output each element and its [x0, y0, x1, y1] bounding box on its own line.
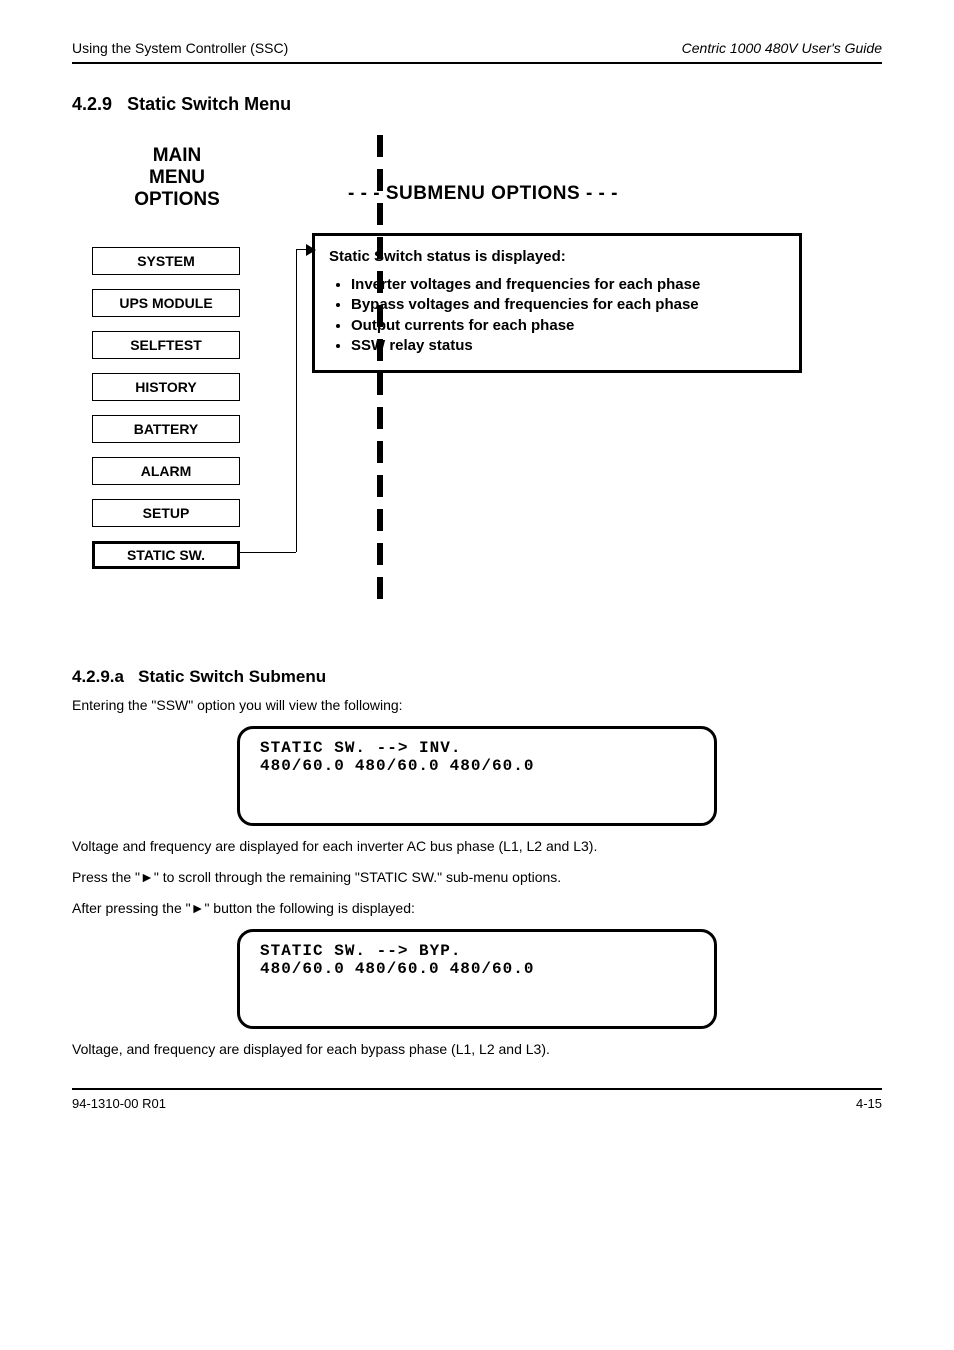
- main-menu-options-label: MAIN MENU OPTIONS: [112, 145, 242, 211]
- paragraph: Press the "►" to scroll through the rema…: [72, 867, 882, 888]
- lcd-line-1: STATIC SW. --> INV.: [260, 739, 694, 757]
- header-rule: [72, 62, 882, 64]
- footer-right: 4-15: [856, 1096, 882, 1111]
- lcd-line-1: STATIC SW. --> BYP.: [260, 942, 694, 960]
- menu-diagram: MAIN MENU OPTIONS SYSTEM UPS MODULE SELF…: [102, 135, 842, 655]
- section-4-2-9-title: 4.2.9 Static Switch Menu: [72, 94, 882, 115]
- menu-ups-module: UPS MODULE: [92, 289, 240, 317]
- submenu-options-header: - - - SUBMENU OPTIONS - - -: [348, 183, 618, 205]
- subbox-bullet: Inverter voltages and frequencies for ea…: [351, 275, 785, 295]
- footer-left: 94-1310-00 R01: [72, 1096, 166, 1111]
- subbox-title: Static Switch status is displayed:: [329, 248, 785, 265]
- paragraph: Voltage, and frequency are displayed for…: [72, 1039, 882, 1060]
- footer-rule: [72, 1088, 882, 1090]
- paragraph: Entering the "SSW" option you will view …: [72, 695, 882, 716]
- lcd-line-2: 480/60.0 480/60.0 480/60.0: [260, 757, 694, 775]
- menu-static-sw: STATIC SW.: [92, 541, 240, 569]
- subbox-bullet: Output currents for each phase: [351, 316, 785, 336]
- section-4-2-9-a-title: 4.2.9.a Static Switch Submenu: [72, 667, 882, 687]
- paragraph: After pressing the "►" button the follow…: [72, 898, 882, 919]
- paragraph: Voltage and frequency are displayed for …: [72, 836, 882, 857]
- header-left: Using the System Controller (SSC): [72, 40, 288, 56]
- header-right: Centric 1000 480V User's Guide: [682, 40, 882, 56]
- subbox-bullet: Bypass voltages and frequencies for each…: [351, 295, 785, 315]
- menu-history: HISTORY: [92, 373, 240, 401]
- menu-alarm: ALARM: [92, 457, 240, 485]
- lcd-display-2: STATIC SW. --> BYP. 480/60.0 480/60.0 48…: [237, 929, 717, 1029]
- menu-setup: SETUP: [92, 499, 240, 527]
- lcd-line-2: 480/60.0 480/60.0 480/60.0: [260, 960, 694, 978]
- menu-system: SYSTEM: [92, 247, 240, 275]
- menu-selftest: SELFTEST: [92, 331, 240, 359]
- subbox-bullet: SSW relay status: [351, 336, 785, 356]
- submenu-description-box: Static Switch status is displayed: Inver…: [312, 233, 802, 373]
- menu-battery: BATTERY: [92, 415, 240, 443]
- lcd-display-1: STATIC SW. --> INV. 480/60.0 480/60.0 48…: [237, 726, 717, 826]
